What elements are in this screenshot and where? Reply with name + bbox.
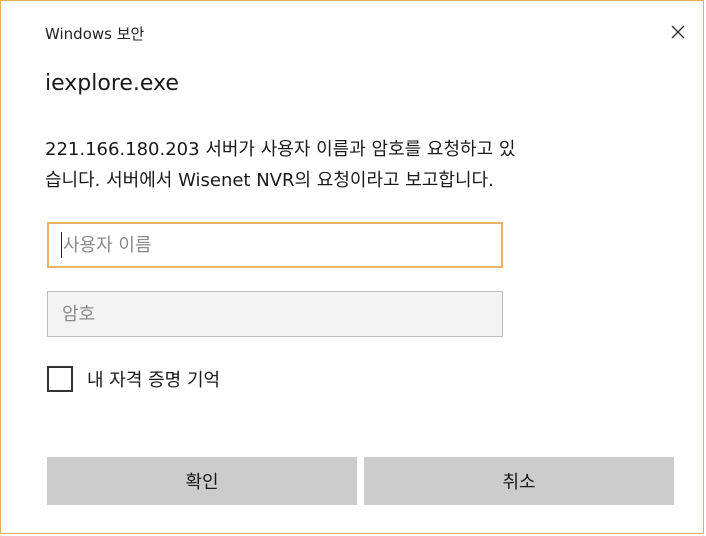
ok-button[interactable]: 확인 bbox=[47, 457, 357, 505]
message-line-1: 221.166.180.203 서버가 사용자 이름과 암호를 요청하고 있 bbox=[45, 139, 516, 160]
window-title: Windows 보안 bbox=[45, 25, 145, 43]
password-input[interactable] bbox=[47, 291, 503, 337]
cancel-button[interactable]: 취소 bbox=[364, 457, 674, 505]
app-name: iexplore.exe bbox=[45, 71, 179, 96]
text-caret bbox=[61, 232, 62, 258]
dialog-message: 221.166.180.203 서버가 사용자 이름과 암호를 요청하고 있 습… bbox=[45, 134, 685, 196]
remember-label: 내 자격 증명 기억 bbox=[87, 370, 221, 391]
message-line-2: 습니다. 서버에서 Wisenet NVR의 요청이라고 보고합니다. bbox=[45, 170, 494, 191]
remember-credentials-option[interactable]: 내 자격 증명 기억 bbox=[47, 366, 220, 392]
windows-security-dialog: Windows 보안 iexplore.exe 221.166.180.203 … bbox=[0, 0, 704, 534]
remember-checkbox[interactable] bbox=[47, 366, 73, 392]
close-icon bbox=[671, 25, 685, 39]
close-button[interactable] bbox=[661, 15, 695, 49]
username-input[interactable] bbox=[47, 222, 503, 268]
